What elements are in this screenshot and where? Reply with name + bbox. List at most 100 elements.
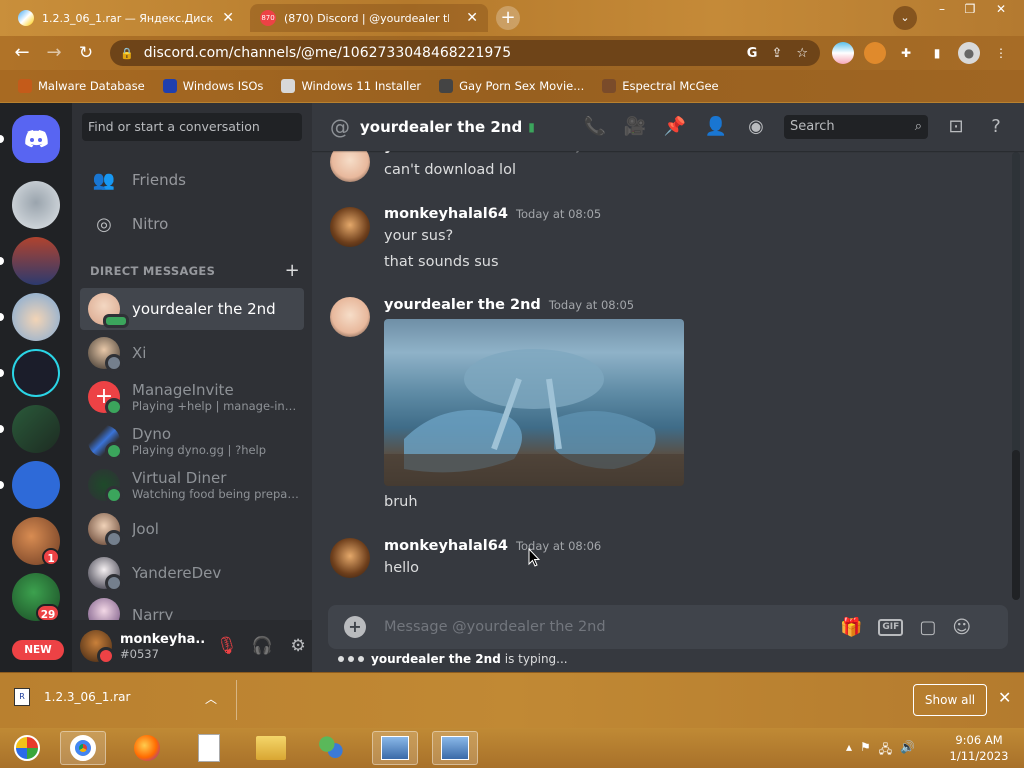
pinned-messages-icon[interactable]: 📌 [662, 115, 688, 139]
gift-icon[interactable]: 🎁 [840, 617, 862, 638]
show-all-downloads-button[interactable]: Show all [913, 684, 987, 716]
download-menu-chevron-icon[interactable]: ︿ [205, 690, 217, 707]
reload-icon[interactable]: ↻ [74, 41, 98, 65]
server-icon[interactable] [12, 405, 60, 453]
google-icon[interactable]: G [747, 46, 758, 61]
download-item[interactable]: R 1.2.3_06_1.rar [14, 688, 130, 706]
message-avatar[interactable] [330, 207, 370, 247]
search-input[interactable]: Search ⌕ [784, 115, 928, 139]
settings-gear-icon[interactable]: ⚙ [284, 636, 312, 656]
taskbar-notepad[interactable] [186, 731, 232, 765]
bookmark-malware-database[interactable]: Malware Database [18, 79, 145, 93]
chat-scrollbar-thumb[interactable] [1012, 450, 1020, 600]
dm-item-virtual-diner[interactable]: Virtual Diner Watching food being prepare… [80, 464, 304, 506]
extension-avatar-icon[interactable] [864, 42, 886, 64]
gif-button[interactable]: GIF [878, 618, 904, 636]
dm-item-yanderedev[interactable]: YandereDev [80, 552, 304, 594]
extension-flag-icon[interactable] [832, 42, 854, 64]
taskbar-firefox[interactable] [124, 731, 170, 765]
user-profile-icon[interactable]: ◉ [743, 115, 769, 139]
friends-icon: 👥 [92, 169, 116, 191]
nav-friends[interactable]: 👥 Friends [80, 159, 304, 201]
dm-item-dyno[interactable]: Dyno Playing dyno.gg | ?help [80, 420, 304, 462]
share-icon[interactable]: ⇪ [771, 46, 782, 61]
address-bar[interactable]: 🔒 discord.com/channels/@me/1062733048468… [110, 40, 820, 66]
dm-item-manageinvite[interactable]: + ManageInvite Playing +help | manage-inv… [80, 376, 304, 418]
server-icon[interactable] [12, 461, 60, 509]
voice-call-icon[interactable]: 📞 [582, 115, 608, 139]
new-tab-button[interactable]: + [496, 6, 520, 30]
tray-expand-icon[interactable]: ▴ [846, 740, 852, 761]
taskbar-explorer[interactable] [248, 731, 294, 765]
mobile-status-icon: ▮ [528, 120, 535, 134]
server-icon[interactable] [12, 349, 60, 397]
close-tab-icon[interactable]: ✕ [466, 10, 478, 26]
close-window-icon[interactable]: ✕ [986, 0, 1016, 18]
find-conversation-input[interactable]: Find or start a conversation [82, 113, 302, 141]
dm-item-jool[interactable]: Jool [80, 508, 304, 550]
add-friends-to-dm-icon[interactable]: 👤 [703, 115, 729, 139]
forward-icon[interactable]: → [42, 41, 66, 65]
emoji-icon[interactable]: ☺ [952, 617, 971, 638]
close-tab-icon[interactable]: ✕ [222, 10, 234, 26]
status-icon [105, 574, 123, 592]
computer-icon [381, 736, 409, 760]
user-avatar[interactable] [80, 630, 115, 665]
close-downloads-icon[interactable]: ✕ [998, 688, 1011, 707]
at-icon: @ [330, 115, 350, 139]
taskbar-network-app[interactable] [372, 731, 418, 765]
new-servers-badge[interactable]: NEW [12, 640, 64, 660]
message-avatar[interactable] [330, 148, 370, 184]
dm-item-yourdealer[interactable]: yourdealer the 2nd [80, 288, 304, 330]
bookmark-movie[interactable]: Gay Porn Sex Movie... [439, 79, 584, 93]
message-input[interactable] [384, 619, 824, 635]
dm-item-xi[interactable]: Xi [80, 332, 304, 374]
taskbar-chrome[interactable] [60, 731, 106, 765]
back-icon[interactable]: ← [10, 41, 34, 65]
taskbar-network-app-2[interactable] [432, 731, 478, 765]
bookmark-espectral-mcgee[interactable]: Espectral McGee [602, 79, 719, 93]
server-icon[interactable] [12, 181, 60, 229]
minimize-icon[interactable]: – [928, 0, 956, 18]
upload-plus-icon[interactable]: + [344, 616, 366, 638]
taskbar-users[interactable] [308, 731, 354, 765]
nav-nitro[interactable]: ◎ Nitro [80, 203, 304, 245]
restore-icon[interactable]: ❐ [956, 0, 984, 18]
network-icon[interactable]: 🖧 [879, 740, 892, 761]
bookmark-windows-11-installer[interactable]: Windows 11 Installer [281, 79, 421, 93]
yandex-disk-icon [18, 10, 34, 26]
bookmark-windows-isos[interactable]: Windows ISOs [162, 79, 263, 93]
browser-menu-icon[interactable]: ⋮ [990, 42, 1012, 64]
extensions-puzzle-icon[interactable]: ✚ [895, 42, 917, 64]
message-avatar[interactable] [330, 297, 370, 337]
avatar [88, 557, 123, 592]
status-icon [105, 442, 123, 460]
action-center-flag-icon[interactable]: ⚑ [860, 740, 871, 761]
server-icon[interactable] [12, 237, 60, 285]
mute-mic-icon[interactable]: 🎙 [213, 636, 241, 656]
image-attachment[interactable] [384, 319, 684, 486]
create-dm-icon[interactable]: + [285, 262, 300, 280]
video-call-icon[interactable]: 🎥 [622, 115, 648, 139]
inbox-icon[interactable]: ⊡ [943, 115, 969, 139]
server-icon[interactable] [12, 293, 60, 341]
browser-tab-yandex[interactable]: 1.2.3_06_1.rar — Яндекс.Диск ✕ [8, 4, 244, 32]
discord-home-icon[interactable] [12, 115, 60, 163]
bookmark-star-icon[interactable]: ☆ [796, 46, 808, 61]
help-icon[interactable]: ? [983, 115, 1009, 139]
lock-icon: 🔒 [120, 46, 134, 60]
start-button[interactable] [4, 731, 50, 765]
browser-tab-discord[interactable]: 870 (870) Discord | @yourdealer the 2nd … [250, 4, 488, 32]
headphones-icon[interactable]: 🎧 [249, 636, 277, 656]
dm-item-narry[interactable]: Narry [80, 596, 304, 620]
taskbar-clock[interactable]: 9:06 AM 1/11/2023 [944, 732, 1014, 764]
side-panel-icon[interactable]: ▮ [926, 42, 948, 64]
typing-dot-icon [348, 656, 354, 662]
avatar [88, 293, 129, 328]
tab-search-icon[interactable]: ⌄ [893, 6, 917, 30]
message-avatar[interactable] [330, 538, 370, 578]
rar-file-icon: R [14, 688, 30, 706]
sticker-icon[interactable]: ▢ [919, 617, 936, 638]
volume-icon[interactable]: 🔊 [900, 740, 915, 761]
profile-icon[interactable]: ● [958, 42, 980, 64]
